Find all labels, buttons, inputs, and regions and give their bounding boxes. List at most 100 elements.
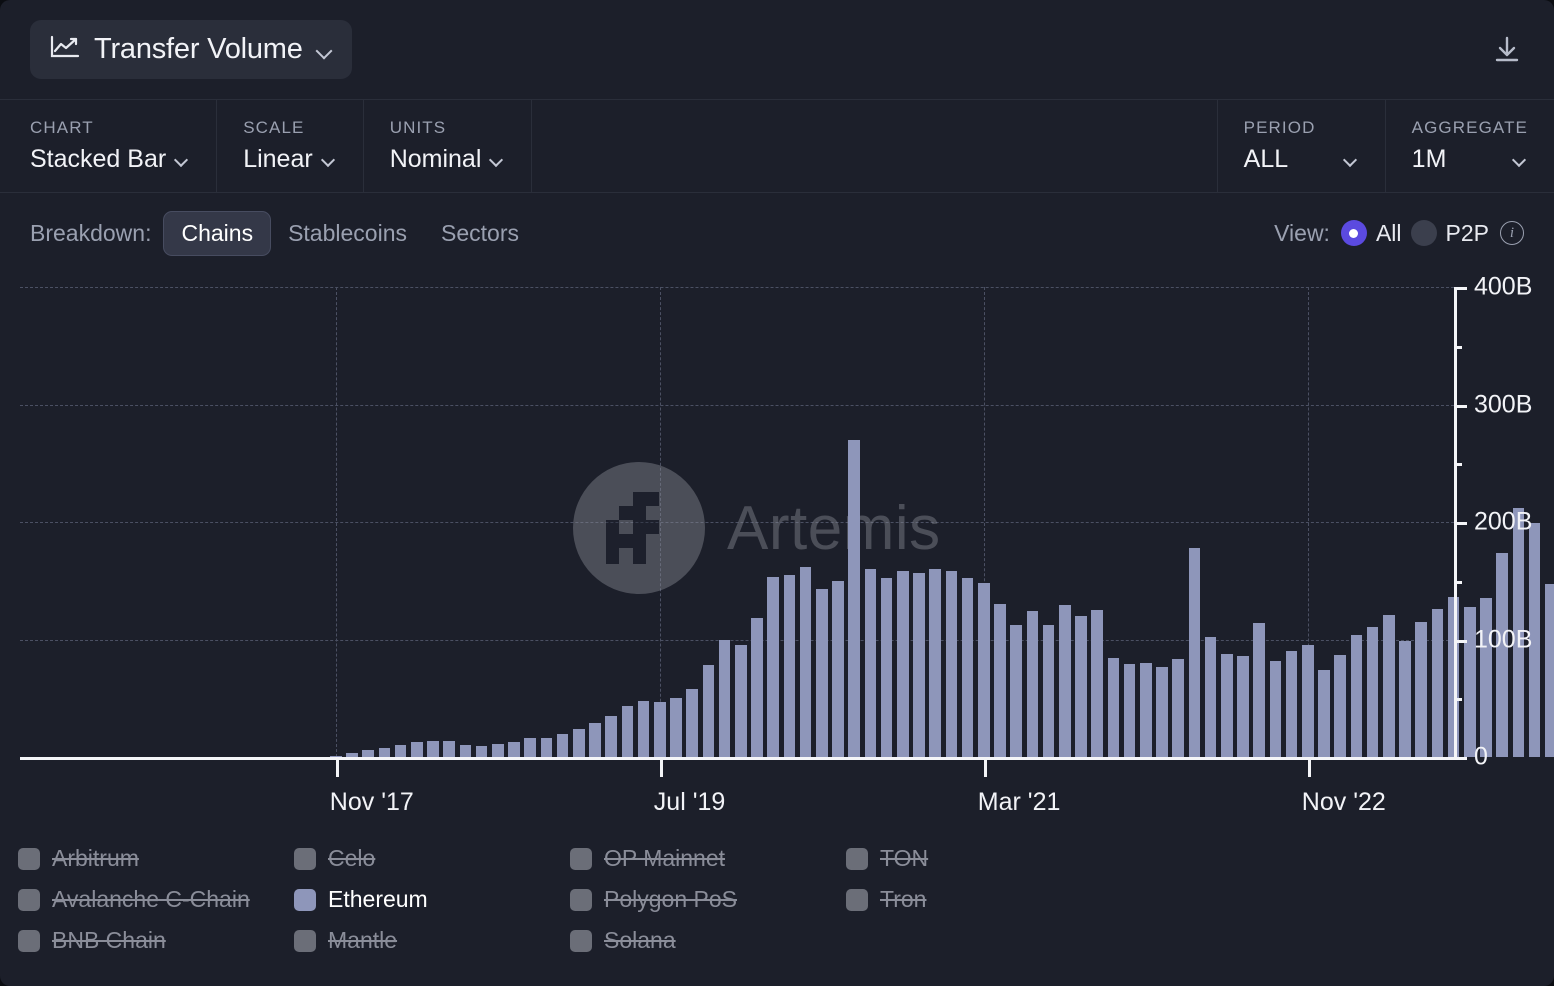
bar[interactable] <box>962 578 974 757</box>
bar[interactable] <box>767 577 779 757</box>
bar[interactable] <box>1270 661 1282 757</box>
line-chart-icon <box>50 35 80 64</box>
bar[interactable] <box>1027 611 1039 757</box>
bar[interactable] <box>1318 670 1330 757</box>
control-period[interactable]: PERIOD ALL <box>1218 100 1386 192</box>
bar[interactable] <box>1010 625 1022 757</box>
bar[interactable] <box>1496 553 1508 757</box>
bar[interactable] <box>897 571 909 757</box>
bar[interactable] <box>735 645 747 757</box>
bar[interactable] <box>670 698 682 757</box>
x-tick-label: Nov '22 <box>1302 788 1386 817</box>
breakdown-tab-stablecoins[interactable]: Stablecoins <box>271 212 424 255</box>
bar[interactable] <box>1253 623 1265 757</box>
bar[interactable] <box>638 701 650 757</box>
bar[interactable] <box>362 750 374 757</box>
bar[interactable] <box>1221 654 1233 757</box>
bar[interactable] <box>492 744 504 757</box>
legend-item-celo[interactable]: Celo <box>294 845 570 872</box>
bar[interactable] <box>541 738 553 757</box>
bar[interactable] <box>686 689 698 757</box>
legend-item-bnb-chain[interactable]: BNB Chain <box>18 927 294 954</box>
breakdown-tab-chains[interactable]: Chains <box>163 211 271 256</box>
bar[interactable] <box>913 573 925 757</box>
bar[interactable] <box>1415 622 1427 757</box>
legend-item-mantle[interactable]: Mantle <box>294 927 570 954</box>
bar[interactable] <box>395 745 407 757</box>
bar[interactable] <box>1124 664 1136 757</box>
view-radio-p2p[interactable] <box>1411 220 1437 246</box>
bar[interactable] <box>379 748 391 757</box>
bar[interactable] <box>1091 610 1103 757</box>
bar[interactable] <box>719 640 731 758</box>
bar[interactable] <box>800 567 812 757</box>
control-aggregate[interactable]: AGGREGATE 1M <box>1386 100 1554 192</box>
bar[interactable] <box>589 723 601 757</box>
bar[interactable] <box>1351 635 1363 757</box>
bar[interactable] <box>1043 625 1055 757</box>
bar[interactable] <box>978 583 990 757</box>
legend-swatch <box>18 930 40 952</box>
bar[interactable] <box>1383 615 1395 757</box>
bar[interactable] <box>443 741 455 757</box>
control-scale[interactable]: SCALE Linear <box>217 100 364 192</box>
bar[interactable] <box>1075 616 1087 757</box>
bar[interactable] <box>1334 655 1346 757</box>
bar[interactable] <box>1172 659 1184 757</box>
bar[interactable] <box>848 440 860 757</box>
bar[interactable] <box>1302 645 1314 757</box>
bar[interactable] <box>1432 609 1444 757</box>
bar[interactable] <box>654 702 666 757</box>
info-icon[interactable]: i <box>1500 221 1524 245</box>
bar[interactable] <box>622 706 634 757</box>
view-label: View: <box>1274 220 1330 247</box>
legend-item-ethereum[interactable]: Ethereum <box>294 886 570 913</box>
y-tick-label: 200B <box>1474 508 1532 537</box>
bar[interactable] <box>1480 598 1492 757</box>
bar[interactable] <box>1156 667 1168 757</box>
bar[interactable] <box>557 734 569 758</box>
bar[interactable] <box>411 742 423 757</box>
bar[interactable] <box>1545 584 1554 757</box>
bar[interactable] <box>1140 663 1152 757</box>
bar[interactable] <box>784 575 796 757</box>
legend-item-op-mainnet[interactable]: OP Mainnet <box>570 845 846 872</box>
bar[interactable] <box>1059 605 1071 757</box>
legend-item-polygon-pos[interactable]: Polygon PoS <box>570 886 846 913</box>
bar[interactable] <box>865 569 877 757</box>
bar[interactable] <box>1367 627 1379 757</box>
bar[interactable] <box>476 746 488 757</box>
bar[interactable] <box>1189 548 1201 757</box>
bar[interactable] <box>1237 656 1249 757</box>
legend-item-arbitrum[interactable]: Arbitrum <box>18 845 294 872</box>
bar[interactable] <box>1108 658 1120 757</box>
bar[interactable] <box>994 604 1006 757</box>
bar[interactable] <box>881 578 893 757</box>
metric-selector-button[interactable]: Transfer Volume <box>30 20 352 79</box>
legend-item-solana[interactable]: Solana <box>570 927 846 954</box>
breakdown-tab-sectors[interactable]: Sectors <box>424 212 536 255</box>
control-units[interactable]: UNITS Nominal <box>364 100 533 192</box>
legend-item-avalanche-c-chain[interactable]: Avalanche C-Chain <box>18 886 294 913</box>
bar[interactable] <box>573 729 585 757</box>
bar[interactable] <box>751 618 763 757</box>
view-radio-all[interactable] <box>1341 220 1367 246</box>
bar[interactable] <box>1399 641 1411 757</box>
bar[interactable] <box>605 716 617 757</box>
legend-item-tron[interactable]: Tron <box>846 886 1122 913</box>
bar[interactable] <box>703 665 715 757</box>
control-chart-type[interactable]: CHART Stacked Bar <box>0 100 217 192</box>
bar[interactable] <box>1205 637 1217 757</box>
download-icon <box>1492 35 1522 65</box>
bar[interactable] <box>524 738 536 757</box>
legend-item-ton[interactable]: TON <box>846 845 1122 872</box>
bar[interactable] <box>1286 651 1298 757</box>
bar[interactable] <box>946 571 958 757</box>
bar[interactable] <box>460 745 472 757</box>
download-button[interactable] <box>1486 29 1528 71</box>
bar[interactable] <box>832 581 844 757</box>
bar[interactable] <box>929 569 941 757</box>
bar[interactable] <box>508 742 520 757</box>
bar[interactable] <box>427 741 439 757</box>
bar[interactable] <box>816 589 828 757</box>
